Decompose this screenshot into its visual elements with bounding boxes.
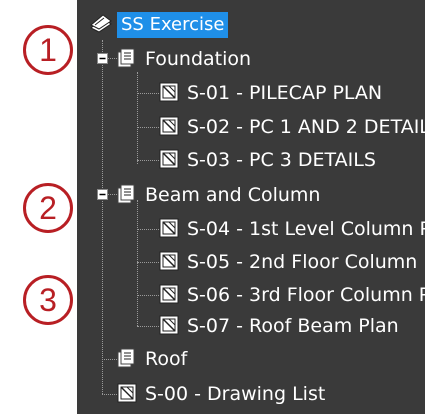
tree-root-label[interactable]: SS Exercise: [117, 12, 229, 38]
collapse-toggle-icon[interactable]: [97, 53, 108, 64]
subset-icon: [117, 348, 135, 368]
callout-2: 2: [23, 183, 73, 233]
tree-sheet-label[interactable]: S-02 - PC 1 AND 2 DETAILS: [187, 114, 425, 140]
tree-sheet-s05[interactable]: S-05 - 2nd Floor Column Plan: [77, 247, 425, 277]
tree-sheet-label[interactable]: S-00 - Drawing List: [145, 381, 325, 407]
tree-group-label[interactable]: Foundation: [145, 46, 251, 72]
tree-group-beam-and-column[interactable]: Beam and Column: [77, 180, 425, 210]
tree-sheet-s00[interactable]: S-00 - Drawing List: [77, 379, 425, 409]
sheet-icon: [159, 116, 179, 136]
tree-sheet-label[interactable]: S-01 - PILECAP PLAN: [187, 80, 382, 106]
tree-sheet-label[interactable]: S-06 - 3rd Floor Column Plan: [187, 282, 425, 308]
sheet-set-icon: [90, 14, 112, 33]
tree-sheet-label[interactable]: S-03 - PC 3 DETAILS: [187, 147, 376, 173]
sheet-icon: [159, 149, 179, 169]
collapse-toggle-icon[interactable]: [97, 189, 108, 200]
callout-3: 3: [23, 275, 73, 325]
tree-sheet-label[interactable]: S-05 - 2nd Floor Column Plan: [187, 249, 425, 275]
sheet-icon: [159, 218, 179, 238]
callout-1: 1: [23, 25, 73, 75]
sheet-icon: [159, 284, 179, 304]
tree-sheet-label[interactable]: S-07 - Roof Beam Plan: [187, 313, 399, 339]
tree-sheet-s01[interactable]: S-01 - PILECAP PLAN: [77, 78, 425, 108]
sheet-set-tree: SS Exercise Foundation S-01 - PILECAP PL…: [77, 0, 425, 414]
tree-sheet-label[interactable]: S-04 - 1st Level Column Plan: [187, 216, 425, 242]
tree-group-label[interactable]: Roof: [145, 346, 187, 372]
tree-sheet-s03[interactable]: S-03 - PC 3 DETAILS: [77, 145, 425, 175]
sheet-icon: [159, 251, 179, 271]
tree-sheet-s06[interactable]: S-06 - 3rd Floor Column Plan: [77, 280, 425, 310]
tree-group-roof[interactable]: Roof: [77, 344, 425, 374]
sheet-icon: [117, 383, 137, 403]
tree-group-label[interactable]: Beam and Column: [145, 182, 320, 208]
subset-icon: [117, 184, 135, 204]
sheet-icon: [159, 82, 179, 102]
tree-root[interactable]: SS Exercise: [77, 10, 425, 40]
tree-sheet-s07[interactable]: S-07 - Roof Beam Plan: [77, 311, 425, 341]
tree-sheet-s02[interactable]: S-02 - PC 1 AND 2 DETAILS: [77, 112, 425, 142]
tree-sheet-s04[interactable]: S-04 - 1st Level Column Plan: [77, 214, 425, 244]
sheet-icon: [159, 315, 179, 335]
subset-icon: [117, 48, 135, 68]
tree-group-foundation[interactable]: Foundation: [77, 44, 425, 74]
